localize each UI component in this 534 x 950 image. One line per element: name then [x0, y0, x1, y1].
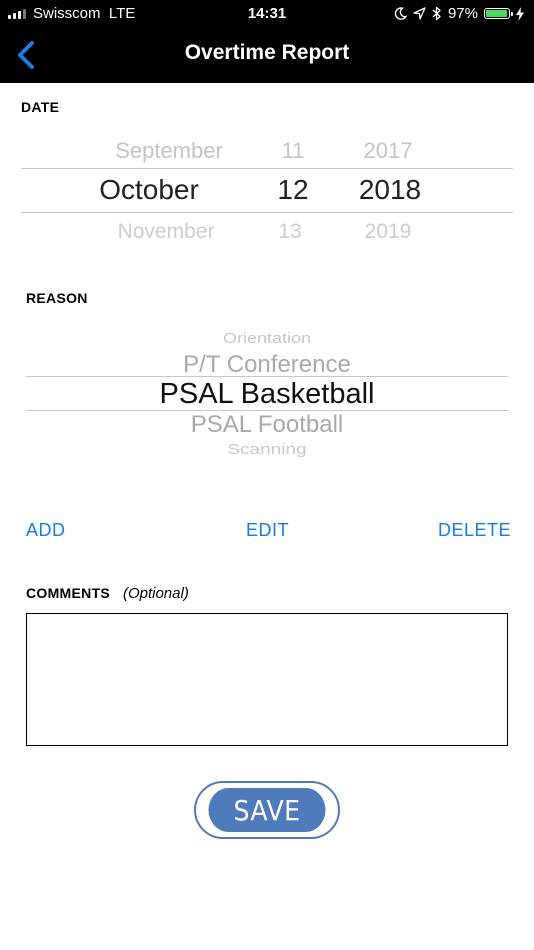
charging-bolt-icon: [516, 6, 524, 21]
battery-level-fill: [486, 10, 508, 17]
picker-divider: [21, 168, 513, 169]
reason-option[interactable]: PSAL Football: [26, 411, 508, 439]
month-selected[interactable]: October: [61, 174, 237, 206]
reason-picker[interactable]: Orientation P/T Conference PSAL Basketba…: [26, 326, 508, 458]
comments-header: COMMENTS (Optional): [26, 585, 189, 602]
year-prev[interactable]: 2017: [343, 138, 433, 164]
location-arrow-icon: [413, 7, 426, 20]
comments-field[interactable]: [26, 613, 508, 746]
date-label: DATE: [21, 99, 60, 115]
reason-option[interactable]: Scanning: [26, 441, 508, 458]
year-selected[interactable]: 2018: [345, 174, 435, 206]
nav-bar: Overtime Report: [0, 28, 534, 83]
bluetooth-icon: [432, 6, 441, 21]
picker-divider: [21, 212, 513, 213]
page-title: Overtime Report: [184, 41, 350, 64]
reason-option-selected[interactable]: PSAL Basketball: [26, 378, 508, 411]
battery-icon: [484, 8, 513, 19]
year-next[interactable]: 2019: [343, 220, 433, 244]
day-selected[interactable]: 12: [268, 174, 318, 206]
edit-button[interactable]: EDIT: [246, 520, 289, 541]
add-button[interactable]: ADD: [26, 520, 66, 541]
moon-icon: [394, 7, 407, 20]
delete-button[interactable]: DELETE: [438, 520, 511, 541]
month-next[interactable]: November: [78, 220, 254, 244]
save-button[interactable]: SAVE: [194, 781, 340, 839]
day-prev[interactable]: 11: [268, 138, 318, 164]
month-prev[interactable]: September: [81, 138, 257, 164]
reason-option[interactable]: Orientation: [26, 330, 508, 347]
save-button-label: SAVE: [208, 788, 326, 832]
date-picker[interactable]: September October November 11 12 13 2017…: [21, 128, 513, 248]
comments-optional-hint: (Optional): [122, 585, 189, 602]
comments-label: COMMENTS: [26, 585, 111, 601]
reason-option[interactable]: P/T Conference: [26, 351, 508, 379]
day-next[interactable]: 13: [265, 220, 315, 244]
battery-percent: 97%: [447, 5, 478, 22]
status-right-group: 97%: [394, 5, 524, 22]
status-bar: Swisscom LTE 14:31 97%: [0, 0, 534, 28]
reason-label: REASON: [26, 290, 88, 306]
overtime-report-screen: Swisscom LTE 14:31 97% Overtime Report D…: [0, 0, 534, 950]
top-bar: Swisscom LTE 14:31 97% Overtime Report: [0, 0, 534, 83]
